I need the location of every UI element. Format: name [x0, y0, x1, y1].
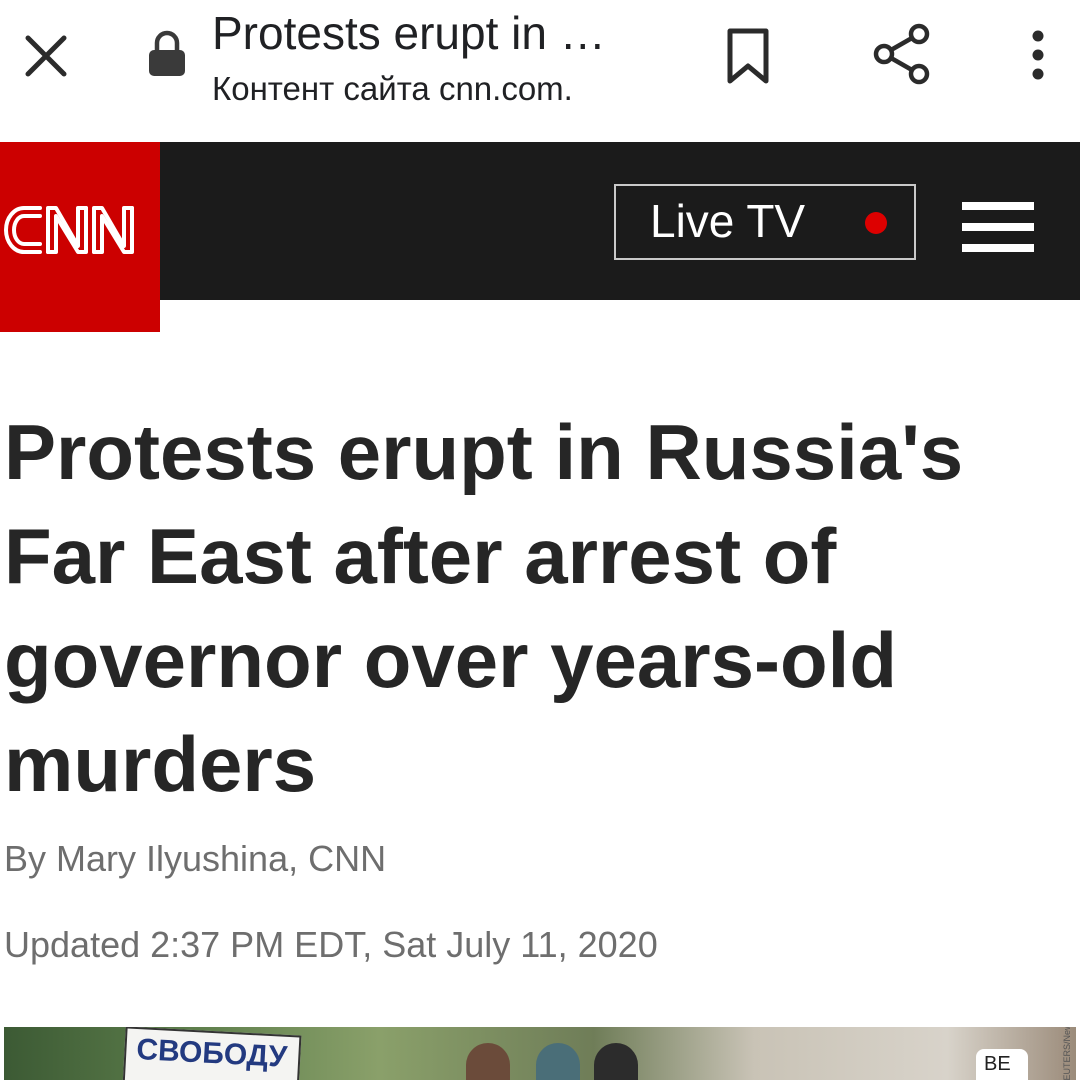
- article-updated-timestamp: Updated 2:37 PM EDT, Sat July 11, 2020: [4, 924, 658, 965]
- photo-person: [466, 1043, 510, 1080]
- cnn-logo-mark: [4, 206, 134, 254]
- photo-person: [594, 1043, 638, 1080]
- protest-sign: СВОБОДУ: [122, 1027, 302, 1080]
- bookmark-icon[interactable]: [722, 26, 774, 86]
- site-header: [0, 142, 1080, 300]
- share-icon[interactable]: [870, 22, 934, 86]
- lock-icon[interactable]: [146, 30, 188, 78]
- photo-credit: REUTERS/Newsroom: [1062, 1027, 1072, 1080]
- page: Protests erupt in … Контент сайта cnn.co…: [0, 0, 1080, 1080]
- protest-sign-text: СВОБОДУ: [135, 1033, 288, 1074]
- hamburger-menu-icon[interactable]: [962, 202, 1034, 252]
- more-vert-icon[interactable]: [1016, 26, 1060, 86]
- hamburger-line: [962, 244, 1034, 252]
- page-title[interactable]: Protests erupt in …: [212, 6, 672, 60]
- photo-shirt: BE: [976, 1049, 1028, 1080]
- page-source[interactable]: Контент сайта cnn.com.: [212, 70, 692, 108]
- live-tv-button[interactable]: Live TV: [614, 184, 916, 260]
- cnn-logo[interactable]: [0, 142, 160, 332]
- hamburger-line: [962, 223, 1034, 231]
- article-headline: Protests erupt in Russia's Far East afte…: [4, 408, 964, 808]
- browser-top-bar: Protests erupt in … Контент сайта cnn.co…: [0, 0, 1080, 142]
- hamburger-line: [962, 202, 1034, 210]
- article-byline: By Mary Ilyushina, CNN: [4, 838, 387, 879]
- photo-person: [536, 1043, 580, 1080]
- close-icon[interactable]: [18, 28, 74, 84]
- live-tv-label: Live TV: [650, 195, 806, 247]
- article-hero-image[interactable]: СВОБОДУ BE REUTERS/Newsroom: [4, 1027, 1076, 1080]
- live-indicator-dot: [865, 212, 887, 234]
- photo-shirt-text: BE: [984, 1053, 1011, 1075]
